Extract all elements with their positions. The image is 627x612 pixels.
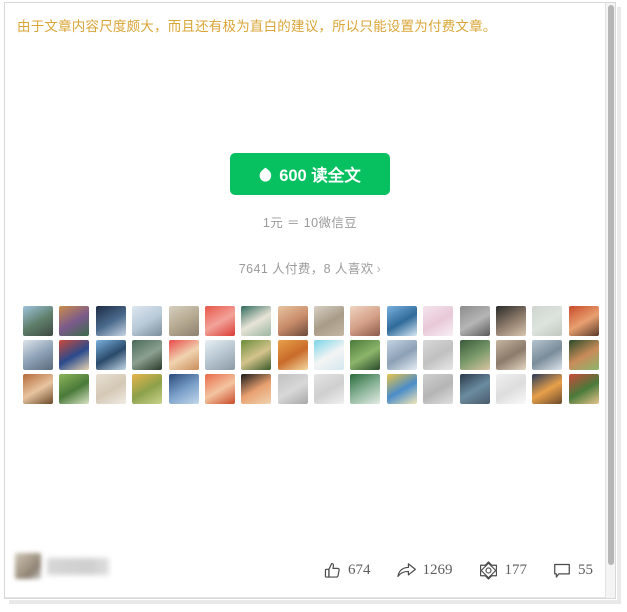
avatar[interactable] — [386, 306, 417, 336]
thumbs-up-icon — [323, 561, 342, 580]
author-row[interactable] — [15, 553, 109, 579]
article-action-bar: 674 1269 177 55 — [323, 560, 593, 581]
avatar[interactable] — [350, 306, 381, 336]
avatar[interactable] — [459, 374, 490, 404]
avatar[interactable] — [532, 306, 563, 336]
avatar[interactable] — [350, 340, 381, 370]
author-name-redacted — [47, 557, 109, 575]
share-count: 1269 — [422, 562, 453, 578]
screenshot-root: 由于文章内容尺度颇大，而且还有极为直白的建议，所以只能设置为付费文章。 600 … — [0, 0, 627, 612]
avatar[interactable] — [277, 340, 308, 370]
avatar[interactable] — [277, 306, 308, 336]
avatar[interactable] — [459, 306, 490, 336]
footer-divider — [5, 597, 615, 598]
avatar[interactable] — [204, 374, 235, 404]
avatar[interactable] — [132, 306, 163, 336]
paywall-block: 600 读全文 1元 ＝ 10微信豆 7641 人付费，8 人喜欢 › — [5, 153, 615, 278]
article-content-pane: 由于文章内容尺度颇大，而且还有极为直白的建议，所以只能设置为付费文章。 600 … — [5, 3, 615, 598]
wow-count: 177 — [504, 562, 528, 578]
avatar[interactable] — [95, 340, 126, 370]
avatar[interactable] — [314, 374, 344, 404]
avatar[interactable] — [423, 306, 454, 336]
avatar — [15, 553, 41, 579]
avatar[interactable] — [241, 374, 272, 404]
avatar[interactable] — [59, 340, 90, 370]
comment-action[interactable]: 55 — [552, 561, 593, 580]
avatar[interactable] — [568, 340, 599, 370]
read-full-article-button[interactable]: 600 读全文 — [230, 153, 390, 195]
avatar[interactable] — [204, 306, 235, 336]
comment-bubble-icon — [552, 561, 572, 580]
avatar[interactable] — [95, 306, 126, 336]
avatar[interactable] — [386, 340, 417, 370]
pay-summary-link[interactable]: 7641 人付费，8 人喜欢 › — [239, 258, 381, 277]
price-conversion-note: 1元 ＝ 10微信豆 — [262, 216, 358, 230]
chevron-right-icon: › — [376, 262, 382, 276]
avatar[interactable] — [59, 374, 90, 404]
avatar[interactable] — [168, 374, 199, 404]
scrollbar-thumb[interactable] — [608, 5, 614, 565]
avatar[interactable] — [314, 340, 344, 370]
avatar[interactable] — [23, 340, 53, 370]
avatar[interactable] — [132, 340, 163, 370]
wow-flower-icon — [478, 560, 499, 581]
share-arrow-icon — [396, 561, 417, 580]
avatar[interactable] — [495, 306, 526, 336]
pay-summary-text: 7641 人付费，8 人喜欢 — [238, 262, 374, 276]
avatar[interactable] — [95, 374, 126, 404]
avatar[interactable] — [23, 306, 53, 336]
avatar[interactable] — [532, 374, 563, 404]
like-action[interactable]: 674 — [323, 561, 371, 580]
share-action[interactable]: 1269 — [396, 561, 453, 580]
avatar[interactable] — [386, 374, 417, 404]
avatar[interactable] — [314, 306, 344, 336]
avatar[interactable] — [532, 340, 563, 370]
avatar[interactable] — [168, 340, 199, 370]
wow-action[interactable]: 177 — [478, 560, 528, 581]
avatar[interactable] — [350, 374, 381, 404]
article-window-frame: 由于文章内容尺度颇大，而且还有极为直白的建议，所以只能设置为付费文章。 600 … — [4, 2, 616, 599]
avatar[interactable] — [568, 374, 599, 404]
vertical-scrollbar[interactable] — [605, 3, 615, 598]
avatar[interactable] — [423, 374, 454, 404]
avatar[interactable] — [241, 340, 272, 370]
avatar[interactable] — [132, 374, 163, 404]
paid-user-avatar-grid — [23, 306, 599, 404]
avatar[interactable] — [23, 374, 53, 404]
wechat-bean-icon — [259, 167, 272, 182]
avatar[interactable] — [277, 374, 308, 404]
window-shadow-right — [617, 7, 621, 601]
read-full-article-label: 600 读全文 — [279, 167, 361, 185]
avatar[interactable] — [423, 340, 454, 370]
avatar[interactable] — [568, 306, 599, 336]
window-shadow-bottom — [9, 600, 621, 604]
avatar[interactable] — [241, 306, 272, 336]
avatar[interactable] — [204, 340, 235, 370]
comment-count: 55 — [578, 562, 593, 578]
avatar[interactable] — [459, 340, 490, 370]
like-count: 674 — [348, 562, 371, 578]
avatar[interactable] — [495, 340, 526, 370]
avatar[interactable] — [168, 306, 199, 336]
avatar[interactable] — [59, 306, 90, 336]
paid-article-notice: 由于文章内容尺度颇大，而且还有极为直白的建议，所以只能设置为付费文章。 — [17, 19, 497, 34]
avatar[interactable] — [495, 374, 526, 404]
